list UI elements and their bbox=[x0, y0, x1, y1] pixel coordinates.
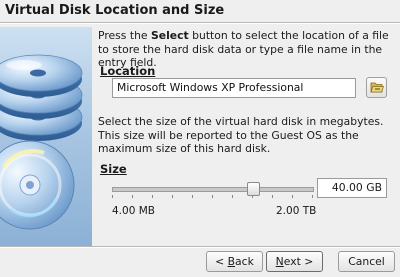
footer-divider bbox=[0, 246, 400, 248]
slider-tick bbox=[152, 195, 153, 198]
location-input[interactable]: Microsoft Windows XP Professional bbox=[112, 78, 356, 98]
slider-tick bbox=[312, 195, 313, 198]
folder-open-icon bbox=[370, 82, 384, 93]
size-description: Select the size of the virtual hard disk… bbox=[98, 115, 384, 155]
slider-tick bbox=[112, 195, 113, 198]
cancel-button[interactable]: Cancel bbox=[338, 251, 395, 272]
wizard-title: Virtual Disk Location and Size bbox=[5, 3, 225, 18]
select-location-button[interactable] bbox=[366, 77, 387, 98]
size-label: Size bbox=[100, 162, 127, 176]
size-min-label: 4.00 MB bbox=[112, 205, 155, 217]
size-input[interactable]: 40.00 GB bbox=[317, 178, 387, 198]
back-button[interactable]: < Back bbox=[206, 251, 263, 272]
slider-tick bbox=[132, 195, 133, 198]
disk-stack-image bbox=[0, 27, 92, 246]
slider-tick bbox=[212, 195, 213, 198]
title-divider bbox=[0, 22, 400, 24]
slider-tick bbox=[192, 195, 193, 198]
size-slider-handle[interactable] bbox=[246, 182, 260, 196]
slider-tick bbox=[172, 195, 173, 198]
location-label: Location bbox=[100, 64, 156, 78]
slider-tick bbox=[252, 195, 253, 198]
next-button[interactable]: Next > bbox=[266, 251, 323, 272]
disk-stack-illustration bbox=[0, 54, 83, 230]
size-max-label: 2.00 TB bbox=[276, 205, 317, 217]
slider-tick bbox=[292, 195, 293, 198]
size-slider-track[interactable] bbox=[112, 187, 314, 192]
slider-tick bbox=[272, 195, 273, 198]
slider-tick bbox=[232, 195, 233, 198]
